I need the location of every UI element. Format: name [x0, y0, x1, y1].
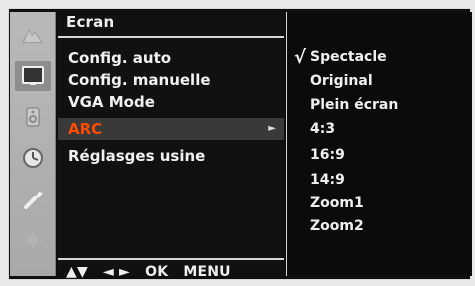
left-right-arrows-icon: ◄ ► — [103, 264, 131, 280]
submenu-option-16-9[interactable]: 16:9 — [310, 147, 345, 163]
menu-title: Ecran — [66, 13, 115, 31]
submenu-option-zoom2[interactable]: Zoom2 — [310, 218, 364, 234]
tools-icon[interactable] — [15, 184, 51, 214]
menu-label: MENU — [183, 264, 231, 280]
submenu-option-14-9[interactable]: 14:9 — [310, 172, 345, 188]
submenu-option-4-3[interactable]: 4:3 — [310, 121, 335, 137]
menu-item-config-manuelle[interactable]: Config. manuelle — [58, 69, 284, 91]
up-down-arrows-icon: ▲▼ — [66, 264, 88, 280]
title-divider — [58, 36, 284, 38]
ok-label: OK — [145, 264, 169, 280]
menu-item-reglages-usine[interactable]: Réglasges usine — [58, 145, 284, 167]
settings-icon[interactable] — [15, 225, 51, 255]
icon-rail — [10, 12, 56, 276]
menu-item-vga-mode[interactable]: VGA Mode — [58, 91, 284, 113]
menu-item-label: Config. auto — [68, 49, 172, 67]
menu-item-config-auto[interactable]: Config. auto — [58, 47, 284, 69]
menu-item-label: ARC — [68, 120, 103, 138]
bottom-divider — [58, 258, 284, 260]
menu-item-label: VGA Mode — [68, 93, 155, 111]
checkmark-icon: √ — [294, 47, 307, 68]
submenu-option-spectacle[interactable]: Spectacle — [310, 49, 387, 65]
arrow-right-icon: ► — [268, 123, 276, 134]
menu-item-label: Config. manuelle — [68, 71, 211, 89]
screen-icon[interactable] — [15, 61, 51, 91]
menu-item-arc[interactable]: ARC ► — [58, 118, 284, 140]
menu-item-label: Réglasges usine — [68, 147, 206, 165]
submenu-option-plein-ecran[interactable]: Plein écran — [310, 97, 398, 113]
picture-icon[interactable] — [15, 20, 51, 50]
audio-icon[interactable] — [15, 102, 51, 132]
submenu-option-zoom1[interactable]: Zoom1 — [310, 195, 364, 211]
time-icon[interactable] — [15, 143, 51, 173]
navigation-hint: ▲▼ ◄ ► OK MENU — [66, 264, 241, 280]
submenu-option-original[interactable]: Original — [310, 73, 373, 89]
